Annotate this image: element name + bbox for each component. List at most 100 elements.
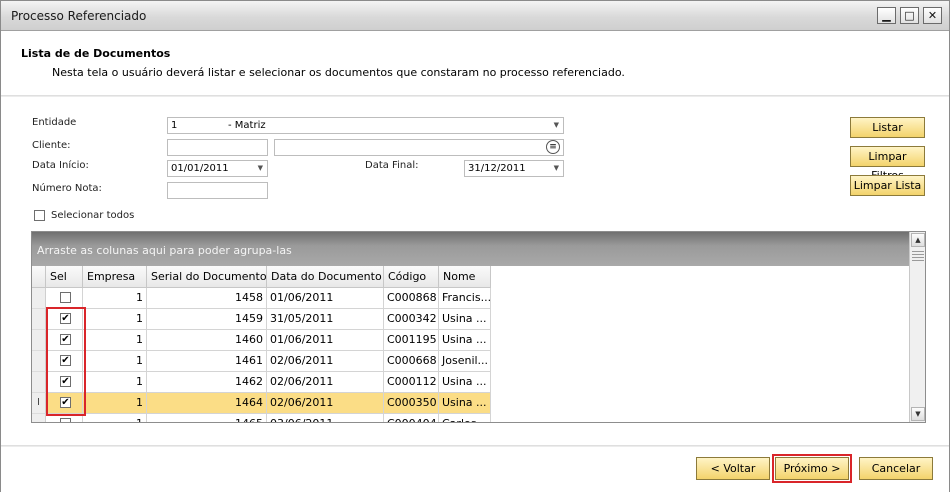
row-indicator [32, 351, 46, 372]
selection-highlight-box [46, 307, 86, 416]
data-inicio-picker[interactable]: 01/01/2011 ▼ [167, 160, 268, 177]
page-description: Nesta tela o usuário deverá listar e sel… [52, 66, 625, 79]
entidade-select[interactable]: 1 - Matriz ▼ [167, 117, 564, 134]
cell-codigo: C001195 [384, 330, 439, 351]
data-inicio-value: 01/01/2011 [171, 163, 229, 174]
minimize-button[interactable]: ▁ [877, 7, 896, 24]
cell-serial: 1464 [147, 393, 267, 414]
entidade-label: Entidade [32, 117, 77, 128]
cell-data: 03/06/2011 [267, 414, 384, 422]
cell-empresa: 1 [83, 351, 147, 372]
cell-empresa: 1 [83, 393, 147, 414]
cell-nome: Usina ... [439, 372, 491, 393]
cell-data: 02/06/2011 [267, 372, 384, 393]
cell-empresa: 1 [83, 330, 147, 351]
table-row[interactable]: ✔ 1 1461 02/06/2011 C000668 Josenil... [32, 351, 910, 372]
row-indicator [32, 372, 46, 393]
numero-nota-input[interactable] [167, 182, 268, 199]
voltar-button[interactable]: < Voltar [696, 457, 770, 480]
chevron-down-icon: ▼ [553, 164, 559, 172]
page-title: Lista de de Documentos [21, 47, 171, 60]
cell-empresa: 1 [83, 372, 147, 393]
cliente-label: Cliente: [32, 140, 71, 151]
cell-data: 31/05/2011 [267, 309, 384, 330]
row-indicator [32, 414, 46, 422]
cell-serial: 1461 [147, 351, 267, 372]
cliente-name-input[interactable] [274, 139, 564, 156]
scroll-down-icon[interactable]: ▼ [911, 407, 925, 421]
cell-empresa: 1 [83, 309, 147, 330]
row-indicator [32, 309, 46, 330]
list-search-icon[interactable]: ≡ [546, 140, 560, 154]
proximo-highlight-box [772, 454, 852, 483]
data-final-value: 31/12/2011 [468, 163, 526, 174]
cliente-code-input[interactable] [167, 139, 268, 156]
close-button[interactable]: ✕ [923, 7, 942, 24]
cell-nome: Usina ... [439, 393, 491, 414]
table-row[interactable]: 1146503/06/2011C000404Carlos... [32, 414, 910, 422]
title-bar[interactable]: Processo Referenciado ▁ □ ✕ [1, 1, 949, 31]
cell-data: 01/06/2011 [267, 330, 384, 351]
cell-data: 02/06/2011 [267, 351, 384, 372]
header-panel: Lista de de Documentos Nesta tela o usuá… [1, 32, 949, 94]
column-sel[interactable]: Sel [46, 266, 83, 288]
row-select-checkbox[interactable] [60, 292, 71, 303]
table-row[interactable]: ✔ 1 1462 02/06/2011 C000112 Usina ... [32, 372, 910, 393]
column-codigo[interactable]: Código [384, 266, 439, 288]
data-final-picker[interactable]: 31/12/2011 ▼ [464, 160, 564, 177]
cancelar-button[interactable]: Cancelar [859, 457, 933, 480]
cell-serial: 1462 [147, 372, 267, 393]
documents-grid: Arraste as colunas aqui para poder agrup… [31, 231, 926, 423]
cell-nome: Carlos... [439, 414, 491, 422]
column-empresa[interactable]: Empresa [83, 266, 147, 288]
cell-data: 01/06/2011 [267, 288, 384, 309]
cell-nome: Francis... [439, 288, 491, 309]
column-data[interactable]: Data do Documento [267, 266, 384, 288]
data-inicio-label: Data Início: [32, 160, 89, 171]
column-serial[interactable]: Serial do Documento [147, 266, 267, 288]
cell-codigo: C000112 [384, 372, 439, 393]
scroll-thumb[interactable] [912, 251, 924, 261]
cell-serial: 1460 [147, 330, 267, 351]
footer-bar: < Voltar Próximo > Cancelar [1, 447, 949, 492]
table-row[interactable]: I ✔ 1 1464 02/06/2011 C000350 Usina ... [32, 393, 910, 414]
group-by-area[interactable]: Arraste as colunas aqui para poder agrup… [32, 232, 910, 266]
header-indicator-cell [32, 266, 46, 288]
listar-button[interactable]: Listar [850, 117, 925, 138]
chevron-down-icon: ▼ [553, 121, 559, 129]
scroll-up-icon[interactable]: ▲ [911, 233, 925, 247]
window-title: Processo Referenciado [11, 9, 147, 23]
data-final-label: Data Final: [365, 160, 419, 171]
table-row[interactable]: ✔ 1 1460 01/06/2011 C001195 Usina ... [32, 330, 910, 351]
chevron-down-icon: ▼ [257, 164, 263, 172]
row-indicator [32, 288, 46, 309]
cell-data: 02/06/2011 [267, 393, 384, 414]
cell-codigo: C000404 [384, 414, 439, 422]
column-nome[interactable]: Nome [439, 266, 491, 288]
cell-codigo: C000868 [384, 288, 439, 309]
cell-nome: Josenil... [439, 351, 491, 372]
select-all-label: Selecionar todos [51, 210, 135, 221]
select-all-checkbox[interactable] [34, 210, 45, 221]
cell-empresa: 1 [83, 288, 147, 309]
cell-codigo: C000350 [384, 393, 439, 414]
cell-serial: 1459 [147, 309, 267, 330]
entidade-code: 1 [171, 120, 178, 131]
cell-nome: Usina ... [439, 330, 491, 351]
cell-empresa: 1 [83, 414, 147, 422]
cell-codigo: C000342 [384, 309, 439, 330]
row-select-checkbox[interactable] [60, 418, 71, 422]
table-row[interactable]: 1 1458 01/06/2011 C000868 Francis... [32, 288, 910, 309]
numero-nota-label: Número Nota: [32, 183, 102, 194]
maximize-button[interactable]: □ [900, 7, 919, 24]
limpar-filtros-button[interactable]: Limpar Filtros [850, 146, 925, 182]
row-indicator: I [32, 393, 46, 414]
row-indicator [32, 330, 46, 351]
table-row[interactable]: ✔ 1 1459 31/05/2011 C000342 Usina ... [32, 309, 910, 330]
limpar-lista-button[interactable]: Limpar Lista [850, 175, 925, 196]
cell-codigo: C000668 [384, 351, 439, 372]
entidade-value: - Matriz [228, 120, 266, 131]
vertical-scrollbar[interactable]: ▲ ▼ [909, 232, 925, 422]
cell-serial: 1465 [147, 414, 267, 422]
cell-serial: 1458 [147, 288, 267, 309]
